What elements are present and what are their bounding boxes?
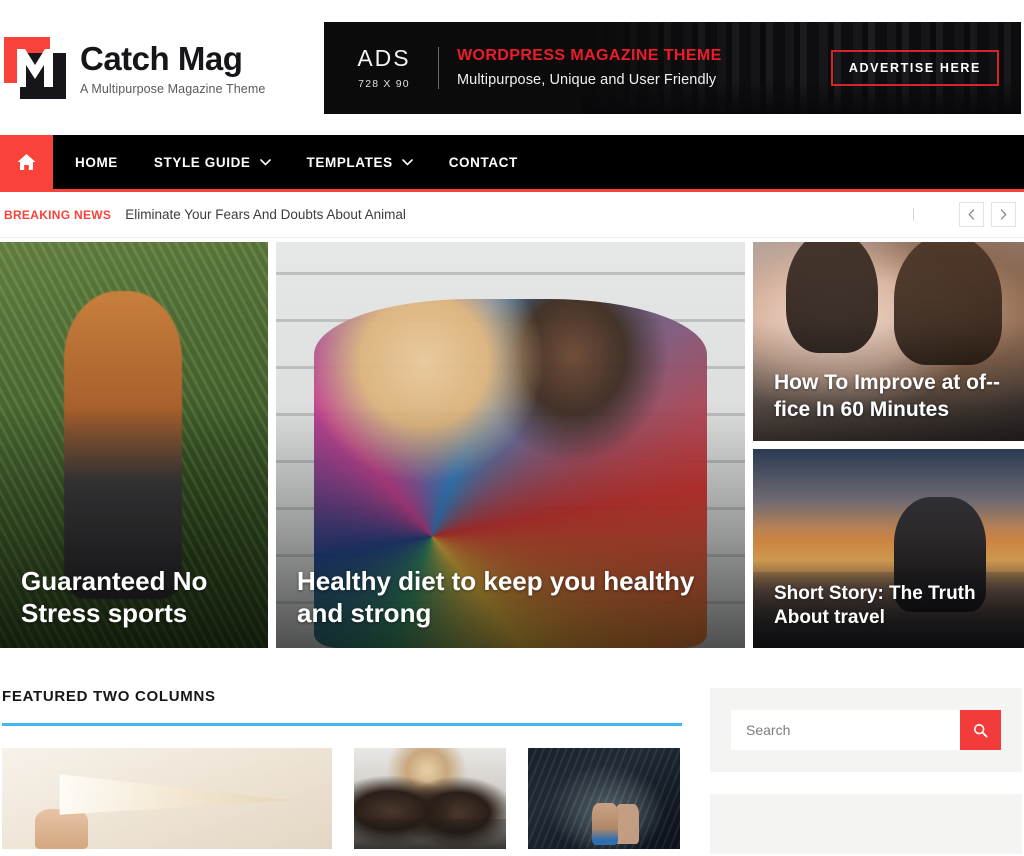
breaking-news-bar: BREAKING NEWS Eliminate Your Fears And D… <box>0 192 1024 238</box>
content-area: FEATURED TWO COLUMNS <box>0 688 1024 854</box>
featured-post-thumbnail-2[interactable] <box>354 748 506 849</box>
site-header: Catch Mag A Multipurpose Magazine Theme … <box>0 0 1024 135</box>
hero-card-right-top[interactable]: How To Improve at of-­fice In 60 Minutes <box>753 242 1024 441</box>
ad-headline: WORDPRESS MAGAZINE THEME <box>457 47 722 64</box>
hero-card-title[interactable]: Guaranteed No Stress sports <box>21 565 250 631</box>
shoes-on-rock-photo <box>528 748 680 849</box>
hero-card-center[interactable]: Healthy diet to keep you healthy and str… <box>276 242 745 648</box>
sidebar <box>710 688 1022 854</box>
hero-card-right-bottom[interactable]: Short Story: The Truth About travel <box>753 449 1024 648</box>
sidebar-widget-secondary <box>710 794 1022 854</box>
search-submit-button[interactable] <box>960 710 1001 750</box>
nav-home-button[interactable] <box>0 135 53 189</box>
hero-card-title[interactable]: How To Improve at of-­fice In 60 Minutes <box>774 370 1006 423</box>
nav-item-label: TEMPLATES <box>306 154 393 170</box>
chevron-left-icon <box>968 209 975 220</box>
hero-card-title[interactable]: Short Story: The Truth About travel <box>774 582 1006 630</box>
featured-post-thumbnail-3[interactable] <box>528 748 680 849</box>
hero-card-title[interactable]: Healthy diet to keep you healthy and str… <box>297 565 727 631</box>
breaking-news-controls <box>913 202 1016 227</box>
office-team-photo <box>354 748 506 849</box>
freedom-banner-photo <box>2 748 332 849</box>
search-form <box>731 710 1001 750</box>
breaking-news-next-button[interactable] <box>991 202 1016 227</box>
section-accent-rule <box>2 723 682 726</box>
featured-thumbnail-row <box>2 748 682 849</box>
ad-placeholder-info: ADS 728 X 90 <box>324 45 436 90</box>
ad-label: ADS <box>357 45 411 71</box>
search-widget <box>710 688 1022 772</box>
logo-letter-m-icon <box>17 48 53 87</box>
breaking-news-prev-button[interactable] <box>959 202 984 227</box>
search-icon <box>973 723 988 737</box>
chevron-down-icon <box>401 158 413 166</box>
search-input[interactable] <box>731 710 960 750</box>
page-root: Catch Mag A Multipurpose Magazine Theme … <box>0 0 1024 856</box>
nav-item-label: HOME <box>75 154 118 170</box>
chevron-right-icon <box>1000 209 1007 220</box>
home-icon <box>17 154 36 170</box>
nav-list: HOME STYLE GUIDE TEMPLATES CONTACT <box>53 135 536 189</box>
nav-item-style-guide[interactable]: STYLE GUIDE <box>136 135 289 189</box>
section-title: FEATURED TWO COLUMNS <box>2 688 216 705</box>
breaking-news-headline[interactable]: Eliminate Your Fears And Doubts About An… <box>125 207 406 222</box>
hero-card-left[interactable]: Guaranteed No Stress sports <box>0 242 268 648</box>
header-ad-banner[interactable]: ADS 728 X 90 WORDPRESS MAGAZINE THEME Mu… <box>324 21 1021 114</box>
nav-item-label: STYLE GUIDE <box>153 154 251 170</box>
nav-item-contact[interactable]: CONTACT <box>431 135 536 189</box>
breaking-news-separator <box>913 208 914 221</box>
ad-divider <box>438 46 439 89</box>
ad-subline: Multipurpose, Unique and User Friendly <box>457 72 717 88</box>
nav-item-home[interactable]: HOME <box>53 135 136 189</box>
main-column: FEATURED TWO COLUMNS <box>2 688 682 854</box>
breaking-news-label: BREAKING NEWS <box>4 207 112 222</box>
chevron-down-icon <box>259 158 271 166</box>
site-branding[interactable]: Catch Mag A Multipurpose Magazine Theme <box>0 36 322 99</box>
featured-section-header: FEATURED TWO COLUMNS <box>2 688 682 723</box>
featured-hero-grid: Guaranteed No Stress sports Healthy diet… <box>0 242 1024 648</box>
site-tagline: A Multipurpose Magazine Theme <box>80 82 266 97</box>
site-title[interactable]: Catch Mag <box>80 40 265 77</box>
nav-item-templates[interactable]: TEMPLATES <box>289 135 431 189</box>
advertise-here-button[interactable]: ADVERTISE HERE <box>830 49 999 86</box>
featured-post-thumbnail-1[interactable] <box>2 748 332 849</box>
nav-item-label: CONTACT <box>448 154 518 170</box>
ad-size: 728 X 90 <box>358 78 410 90</box>
site-logo-icon[interactable] <box>4 36 66 99</box>
main-navigation: HOME STYLE GUIDE TEMPLATES CONTACT <box>0 135 1024 192</box>
